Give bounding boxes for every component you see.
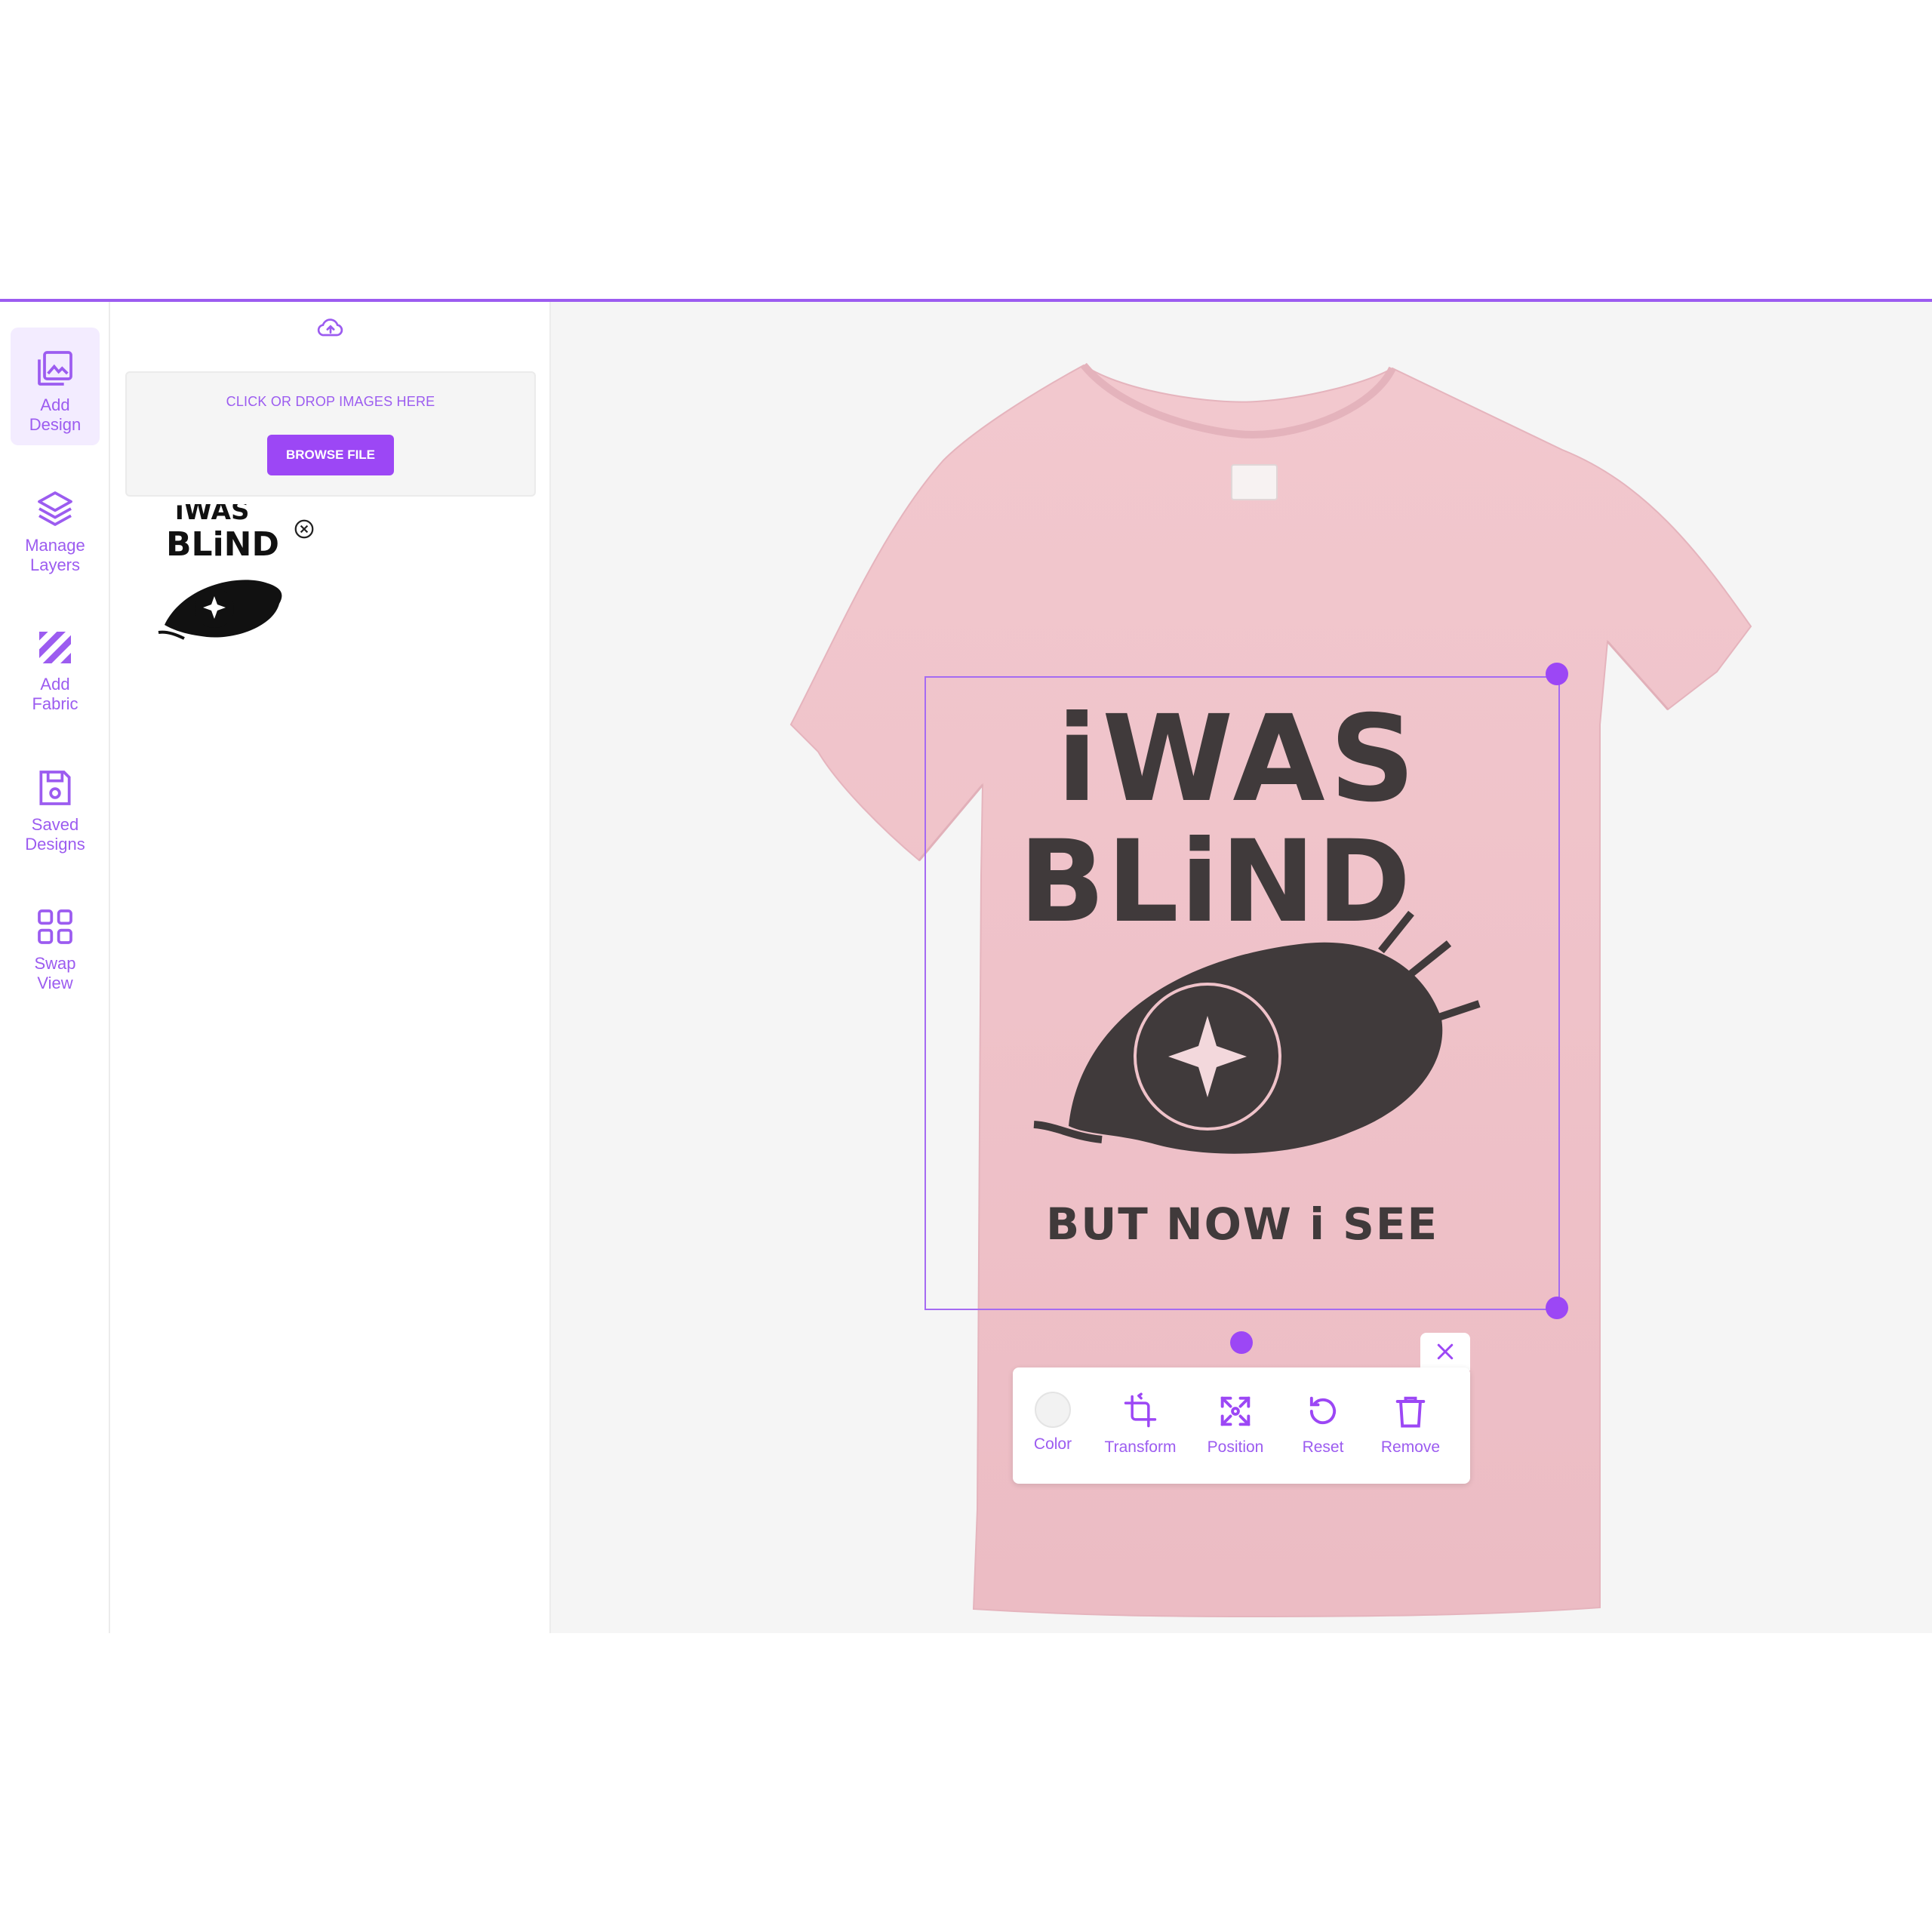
- color-swatch: [1035, 1392, 1071, 1428]
- resize-handle-top-right[interactable]: [1546, 663, 1568, 685]
- toolbar-close-button[interactable]: [1420, 1333, 1470, 1371]
- remove-thumbnail-icon[interactable]: [293, 518, 315, 540]
- layers-icon: [38, 491, 72, 526]
- reset-tool[interactable]: Reset: [1281, 1392, 1364, 1457]
- designer-app: Add Design Manage Layers Add Fabric Save…: [0, 299, 1932, 1633]
- position-tool[interactable]: Position: [1194, 1392, 1277, 1457]
- image-dropzone[interactable]: CLICK OR DROP IMAGES HERE BROWSE FILE: [125, 371, 536, 497]
- remove-tool[interactable]: Remove: [1369, 1392, 1452, 1457]
- browse-file-button[interactable]: BROWSE FILE: [267, 435, 394, 475]
- color-tool[interactable]: Color: [1011, 1392, 1094, 1454]
- selection-box[interactable]: [924, 676, 1560, 1310]
- rail-item-swap-view[interactable]: Swap View: [11, 886, 100, 1004]
- dropzone-text: CLICK OR DROP IMAGES HERE: [226, 394, 435, 409]
- design-canvas[interactable]: iWAS BLiND BUT NOW i SEE Color Transform…: [551, 302, 1932, 1633]
- rail-item-saved-designs[interactable]: Saved Designs: [11, 747, 100, 865]
- upload-panel: CLICK OR DROP IMAGES HERE BROWSE FILE iW…: [112, 302, 551, 1633]
- tool-label: Color: [1033, 1435, 1072, 1453]
- thumb-text-line2: BLiND: [166, 525, 279, 564]
- tool-label: Position: [1207, 1438, 1264, 1456]
- rail-label-line1: Saved: [31, 815, 79, 834]
- rail-label-line1: Swap: [34, 954, 76, 973]
- resize-handle-bottom-right[interactable]: [1546, 1297, 1568, 1319]
- tool-label: Remove: [1380, 1438, 1441, 1456]
- transform-tool[interactable]: Transform: [1099, 1392, 1182, 1457]
- rail-label-line1: Add: [40, 395, 70, 414]
- rail-label-line1: Add: [40, 675, 70, 694]
- cloud-upload-icon: [317, 318, 343, 337]
- rotate-handle[interactable]: [1230, 1331, 1253, 1354]
- save-icon: [39, 771, 71, 805]
- tool-label: Transform: [1104, 1438, 1177, 1456]
- reset-icon: [1309, 1396, 1337, 1425]
- rail-label-line2: Fabric: [32, 694, 78, 713]
- crop-rotate-icon: [1124, 1392, 1157, 1428]
- tool-label: Reset: [1302, 1438, 1344, 1456]
- rail-item-add-fabric[interactable]: Add Fabric: [11, 607, 100, 724]
- move-arrows-icon: [1220, 1396, 1251, 1426]
- trash-icon: [1395, 1396, 1426, 1428]
- rail-label-line2: Layers: [29, 555, 81, 574]
- rail-item-add-design[interactable]: Add Design: [11, 328, 100, 445]
- rail-label-line2: View: [37, 974, 73, 992]
- rail-item-manage-layers[interactable]: Manage Layers: [11, 468, 100, 586]
- add-design-icon: [38, 351, 72, 386]
- rail-label-line2: Designs: [25, 835, 85, 854]
- layer-toolbar: Color Transform Position Reset Remove: [1013, 1367, 1470, 1484]
- fabric-icon: [39, 632, 71, 663]
- close-icon: [1437, 1343, 1454, 1360]
- rail-label-line1: Manage: [25, 536, 85, 555]
- grid-icon: [38, 909, 72, 944]
- tool-rail: Add Design Manage Layers Add Fabric Save…: [0, 302, 110, 1633]
- thumb-text-line1: iWAS: [175, 504, 249, 526]
- rail-label-line2: Design: [29, 415, 82, 434]
